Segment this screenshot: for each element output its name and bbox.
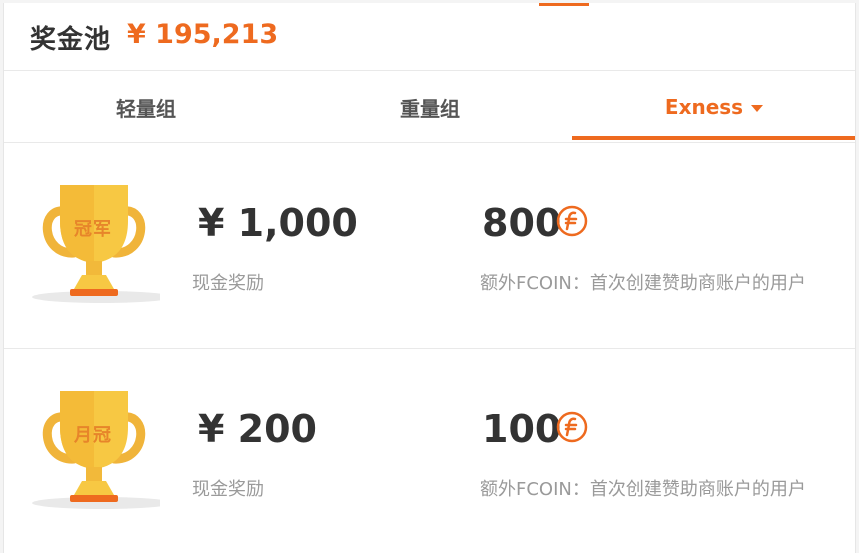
prize-pool-title: 奖金池 <box>30 25 112 55</box>
tab-heavy-group[interactable]: 重量组 <box>288 71 572 143</box>
prize-pool-amount: ¥ 195,213 <box>127 19 279 50</box>
tab-label: 轻量组 <box>116 96 176 121</box>
cash-reward-label: 现金奖励 <box>192 273 264 294</box>
tab-light-group[interactable]: 轻量组 <box>4 71 288 143</box>
prize-row-monthly: 月冠 ¥ 200 现金奖励 100 额外FCOIN：首次创建赞助商账户的用户 <box>4 349 855 553</box>
cash-reward-amount: ¥ 200 <box>198 407 317 451</box>
fcoin-amount: 800 <box>482 201 562 245</box>
fcoin-note: 额外FCOIN：首次创建赞助商账户的用户 <box>480 479 806 500</box>
trophy-label: 冠军 <box>74 219 112 240</box>
group-tabs: 轻量组 重量组 Exness <box>4 71 855 143</box>
trophy-icon: 月冠 <box>30 387 160 511</box>
cash-reward-label: 现金奖励 <box>192 479 264 500</box>
trophy-label: 月冠 <box>74 425 112 446</box>
cash-reward-amount: ¥ 1,000 <box>198 201 358 245</box>
active-tab-indicator <box>572 136 855 140</box>
tab-label: Exness <box>664 95 744 119</box>
prize-pool-header: 奖金池 ¥ 195,213 <box>4 3 855 71</box>
prize-pool-card: 奖金池 ¥ 195,213 轻量组 重量组 Exness 冠军 ¥ 1,000 … <box>3 3 856 553</box>
tab-exness[interactable]: Exness <box>572 71 855 143</box>
fcoin-icon <box>556 411 588 443</box>
tab-label: 重量组 <box>400 96 460 121</box>
fcoin-icon <box>556 205 588 237</box>
fcoin-note: 额外FCOIN：首次创建赞助商账户的用户 <box>480 273 806 294</box>
trophy-icon: 冠军 <box>30 181 160 305</box>
fcoin-amount: 100 <box>482 407 562 451</box>
prize-row-champion: 冠军 ¥ 1,000 现金奖励 800 额外FCOIN：首次创建赞助商账户的用户 <box>4 143 855 349</box>
caret-down-icon[interactable] <box>751 104 764 112</box>
